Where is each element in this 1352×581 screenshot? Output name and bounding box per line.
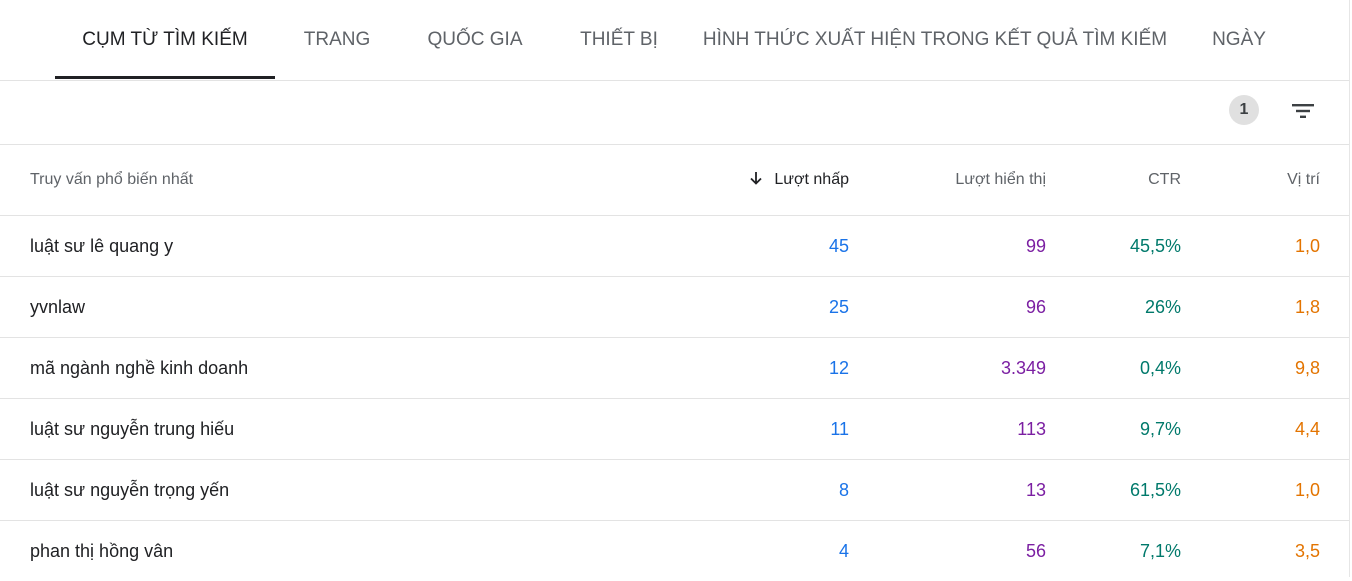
position-cell: 1,8 bbox=[1294, 296, 1320, 317]
table-toolbar: 1 bbox=[0, 80, 1349, 145]
table-row[interactable]: luật sư nguyễn trung hiếu 11 113 9,7% 4,… bbox=[0, 399, 1349, 460]
header-impressions[interactable]: Lượt hiển thị bbox=[850, 145, 1046, 215]
impressions-cell: 3.349 bbox=[1000, 357, 1046, 378]
filter-count-badge: 1 bbox=[1229, 95, 1259, 125]
header-ctr[interactable]: CTR bbox=[1050, 145, 1181, 215]
clicks-cell: 11 bbox=[830, 418, 849, 439]
ctr-cell: 9,7% bbox=[1139, 418, 1181, 439]
clicks-cell: 12 bbox=[828, 357, 849, 378]
active-tab-indicator bbox=[55, 76, 275, 79]
table-row[interactable]: phan thị hồng vân 4 56 7,1% 3,5 bbox=[0, 521, 1349, 581]
position-cell: 1,0 bbox=[1294, 479, 1320, 500]
performance-table-card: CỤM TỪ TÌM KIẾM TRANG QUỐC GIA THIẾT BỊ … bbox=[0, 0, 1350, 577]
ctr-cell: 0,4% bbox=[1139, 357, 1181, 378]
impressions-cell: 99 bbox=[1025, 235, 1046, 256]
ctr-cell: 7,1% bbox=[1139, 540, 1181, 561]
ctr-cell: 26% bbox=[1144, 296, 1181, 317]
clicks-cell: 25 bbox=[828, 296, 849, 317]
table-header-row: Truy vấn phổ biến nhất Lượt nhấp Lượt hi… bbox=[0, 145, 1349, 216]
impressions-cell: 56 bbox=[1025, 540, 1046, 561]
query-cell: luật sư lê quang y bbox=[30, 235, 174, 256]
clicks-cell: 4 bbox=[838, 540, 849, 561]
impressions-cell: 113 bbox=[1017, 418, 1046, 439]
table-row[interactable]: mã ngành nghề kinh doanh 12 3.349 0,4% 9… bbox=[0, 338, 1349, 399]
dimension-tabs: CỤM TỪ TÌM KIẾM TRANG QUỐC GIA THIẾT BỊ … bbox=[0, 0, 1349, 81]
position-cell: 9,8 bbox=[1294, 357, 1320, 378]
clicks-cell: 8 bbox=[838, 479, 849, 500]
arrow-down-icon bbox=[748, 170, 764, 191]
query-cell: yvnlaw bbox=[30, 296, 86, 317]
tab-queries[interactable]: CỤM TỪ TÌM KIẾM bbox=[55, 0, 275, 79]
position-cell: 4,4 bbox=[1294, 418, 1320, 439]
query-cell: luật sư nguyễn trung hiếu bbox=[30, 418, 235, 439]
header-clicks[interactable]: Lượt nhấp bbox=[650, 145, 849, 215]
query-cell: mã ngành nghề kinh doanh bbox=[30, 357, 249, 378]
tab-pages[interactable]: TRANG bbox=[285, 0, 389, 79]
tab-devices[interactable]: THIẾT BỊ bbox=[562, 0, 676, 79]
table-row[interactable]: yvnlaw 25 96 26% 1,8 bbox=[0, 277, 1349, 338]
tab-dates[interactable]: NGÀY bbox=[1196, 0, 1282, 79]
impressions-cell: 96 bbox=[1025, 296, 1046, 317]
position-cell: 1,0 bbox=[1294, 235, 1320, 256]
header-clicks-label: Lượt nhấp bbox=[774, 171, 849, 188]
table-row[interactable]: luật sư nguyễn trọng yến 8 13 61,5% 1,0 bbox=[0, 460, 1349, 521]
filter-list-icon[interactable] bbox=[1288, 96, 1318, 126]
query-cell: luật sư nguyễn trọng yến bbox=[30, 479, 230, 500]
position-cell: 3,5 bbox=[1294, 540, 1320, 561]
tab-search-appearance[interactable]: HÌNH THỨC XUẤT HIỆN TRONG KẾT QUẢ TÌM KI… bbox=[700, 0, 1170, 79]
query-cell: phan thị hồng vân bbox=[30, 540, 174, 561]
ctr-cell: 61,5% bbox=[1129, 479, 1181, 500]
impressions-cell: 13 bbox=[1025, 479, 1046, 500]
tab-countries[interactable]: QUỐC GIA bbox=[412, 0, 538, 79]
header-position[interactable]: Vị trí bbox=[1190, 145, 1320, 215]
clicks-cell: 45 bbox=[828, 235, 849, 256]
header-top-queries[interactable]: Truy vấn phổ biến nhất bbox=[30, 145, 630, 215]
ctr-cell: 45,5% bbox=[1129, 235, 1181, 256]
table-row[interactable]: luật sư lê quang y 45 99 45,5% 1,0 bbox=[0, 216, 1349, 277]
